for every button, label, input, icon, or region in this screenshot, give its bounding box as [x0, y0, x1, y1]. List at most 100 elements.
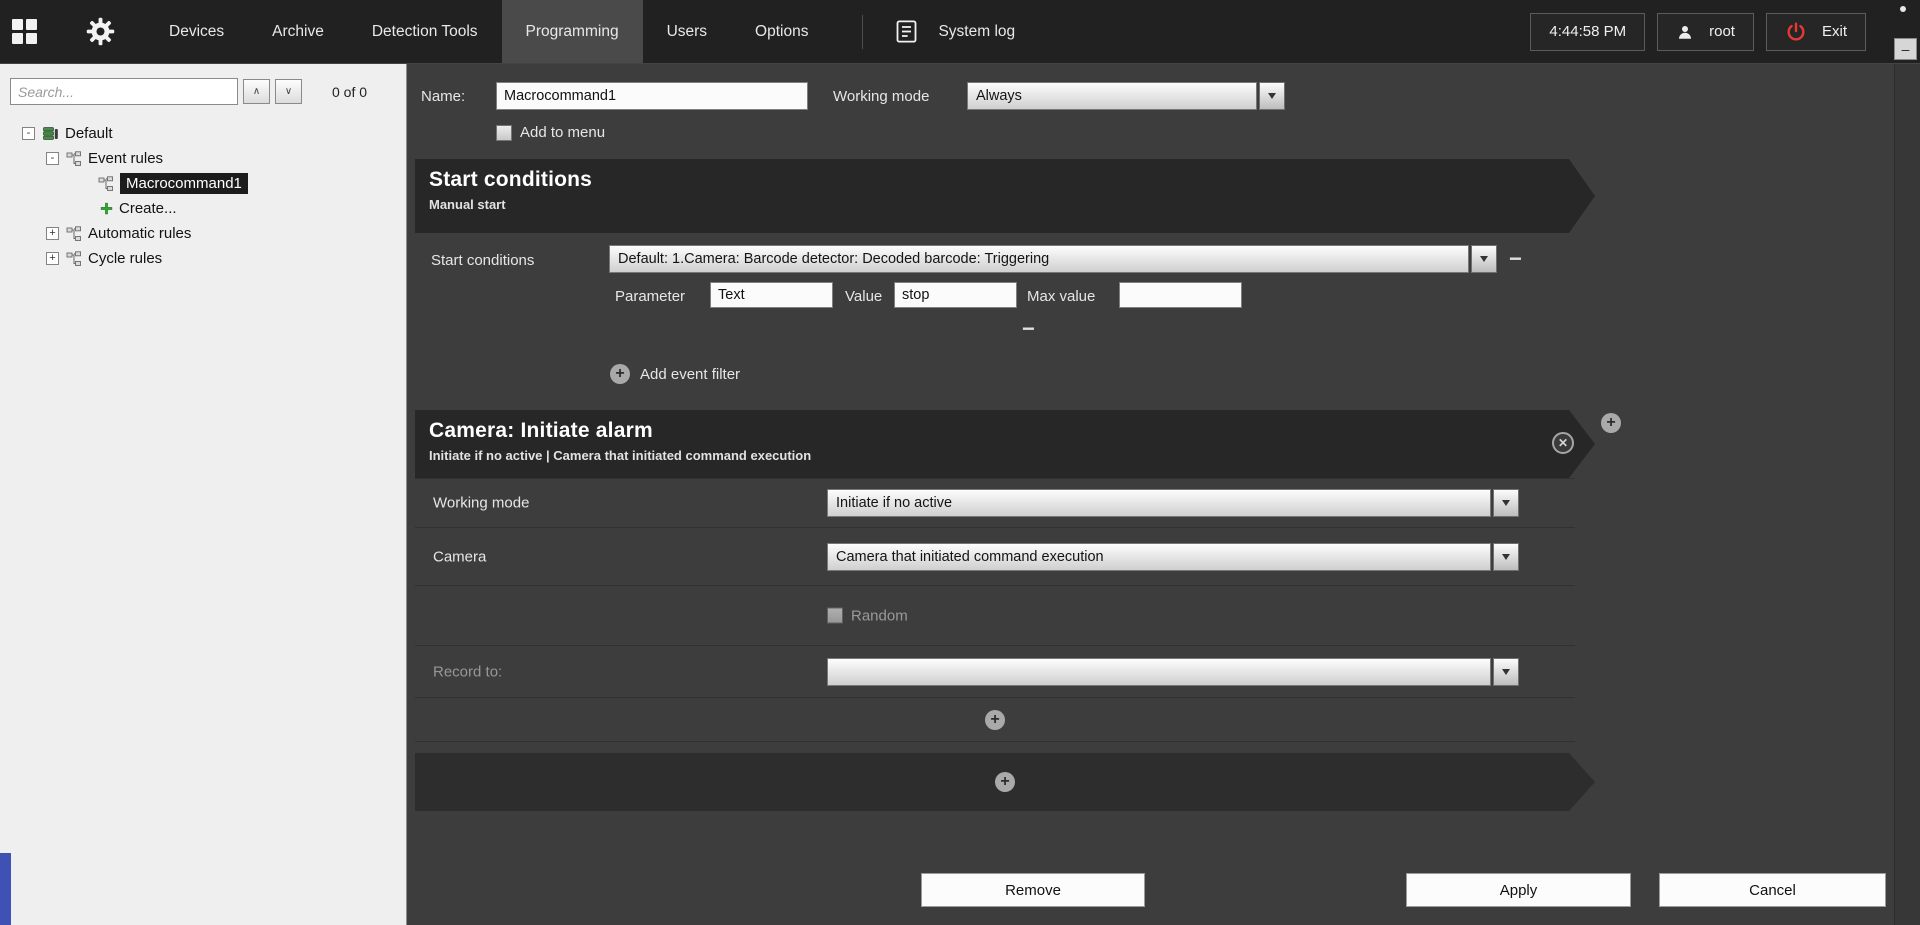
camera-dropdown[interactable]: Camera that initiated command execution [827, 543, 1519, 571]
add-action-band [415, 753, 1595, 811]
tree-item-automatic-rules[interactable]: + Automatic rules [0, 221, 406, 246]
settings-gear-icon[interactable] [84, 15, 117, 48]
macro-editor: Name: Working mode Always Add to menu St… [407, 64, 1920, 925]
app-window: Devices Archive Detection Tools Programm… [0, 0, 1920, 925]
action-title: Camera: Initiate alarm [429, 419, 1581, 443]
tree-item-cycle-rules[interactable]: + Cycle rules [0, 246, 406, 271]
action-working-mode-label: Working mode [433, 495, 529, 512]
camera-row: Camera Camera that initiated command exe… [415, 528, 1575, 586]
layout-grid-icon[interactable] [12, 19, 38, 45]
action-subtitle: Initiate if no active | Camera that init… [429, 448, 1581, 463]
tree-item-macrocommand1[interactable]: Macrocommand1 [0, 171, 406, 196]
chevron-down-icon[interactable] [1259, 82, 1285, 110]
start-conditions-row-label: Start conditions [431, 252, 534, 269]
tree-label: Event rules [88, 150, 163, 167]
remove-condition-icon[interactable] [1509, 248, 1522, 270]
tab-programming[interactable]: Programming [502, 0, 643, 63]
system-log-label: System log [938, 23, 1015, 41]
right-scrollbar-track[interactable] [1894, 64, 1920, 925]
rule-icon [66, 151, 82, 167]
exit-button[interactable]: Exit [1766, 13, 1866, 51]
working-mode-value: Always [967, 82, 1257, 110]
random-checkbox[interactable] [827, 608, 843, 624]
max-value-label: Max value [1027, 288, 1095, 305]
expander-icon[interactable]: + [46, 252, 59, 265]
sidebar-scrollbar-thumb[interactable] [0, 853, 11, 925]
chevron-down-icon[interactable] [1493, 543, 1519, 571]
value-label: Value [845, 288, 882, 305]
random-row: Random [415, 586, 1575, 646]
tree-item-event-rules[interactable]: - Event rules [0, 146, 406, 171]
collapse-filter-icon[interactable] [1022, 318, 1035, 340]
action-settings: Working mode Initiate if no active Camer… [415, 478, 1575, 742]
value-input[interactable] [894, 282, 1017, 308]
system-log-button[interactable]: System log [877, 0, 1031, 63]
expander-icon[interactable]: - [46, 152, 59, 165]
plus-circle-icon[interactable] [610, 364, 630, 384]
search-row: ∧ ∨ 0 of 0 [0, 64, 406, 111]
tab-users[interactable]: Users [643, 0, 731, 63]
random-option: Random [827, 607, 908, 624]
tab-options[interactable]: Options [731, 0, 832, 63]
tree-item-create[interactable]: Create... [0, 196, 406, 221]
user-icon [1676, 23, 1694, 41]
parameter-input[interactable] [710, 282, 833, 308]
remove-action-icon[interactable] [1552, 432, 1574, 454]
add-setting-icon[interactable] [985, 710, 1005, 730]
condition-value: Default: 1.Camera: Barcode detector: Dec… [609, 245, 1469, 273]
name-input[interactable] [496, 82, 808, 110]
add-setting-row [415, 698, 1575, 742]
power-icon [1785, 21, 1807, 43]
action-band: Camera: Initiate alarm Initiate if no ac… [415, 410, 1595, 478]
max-value-input[interactable] [1119, 282, 1242, 308]
add-to-menu-checkbox[interactable] [496, 125, 512, 141]
chevron-down-icon[interactable] [1493, 489, 1519, 517]
tree-label: Cycle rules [88, 250, 162, 267]
chevron-down-icon[interactable] [1493, 658, 1519, 686]
add-to-menu-label: Add to menu [520, 124, 605, 141]
remove-button[interactable]: Remove [921, 873, 1145, 907]
record-to-dropdown[interactable] [827, 658, 1519, 686]
add-to-menu-row: Add to menu [496, 124, 605, 141]
add-event-filter-label: Add event filter [640, 366, 740, 383]
tree-label: Automatic rules [88, 225, 191, 242]
search-input[interactable] [10, 78, 238, 105]
name-label: Name: [421, 88, 465, 105]
add-action-after-icon[interactable] [1601, 413, 1621, 433]
random-label: Random [851, 607, 908, 624]
working-mode-label: Working mode [833, 88, 929, 105]
apply-button[interactable]: Apply [1406, 873, 1631, 907]
working-mode-row: Working mode Initiate if no active [415, 478, 1575, 528]
topbar-right: 4:44:58 PM root Exit [1530, 13, 1866, 51]
minimize-button[interactable]: – [1894, 38, 1917, 60]
database-icon [42, 126, 59, 142]
search-prev-button[interactable]: ∧ [243, 79, 270, 104]
rule-icon [98, 176, 114, 192]
rule-icon [66, 251, 82, 267]
user-button[interactable]: root [1657, 13, 1754, 51]
action-working-mode-dropdown[interactable]: Initiate if no active [827, 489, 1519, 517]
expander-icon[interactable]: + [46, 227, 59, 240]
search-counter: 0 of 0 [332, 84, 367, 100]
tree-item-default[interactable]: - Default [0, 121, 406, 146]
working-mode-dropdown[interactable]: Always [967, 82, 1285, 110]
add-event-filter-button[interactable]: Add event filter [610, 364, 740, 384]
tree-label: Default [65, 125, 113, 142]
tab-devices[interactable]: Devices [145, 0, 248, 63]
cancel-button[interactable]: Cancel [1659, 873, 1886, 907]
add-action-icon[interactable] [995, 772, 1015, 792]
camera-value: Camera that initiated command execution [827, 543, 1491, 571]
chevron-down-icon[interactable] [1471, 245, 1497, 273]
rules-tree: - Default - [0, 121, 406, 271]
tree-label: Create... [119, 200, 177, 217]
system-log-icon [893, 18, 920, 45]
search-next-button[interactable]: ∨ [275, 79, 302, 104]
tab-detection-tools[interactable]: Detection Tools [348, 0, 502, 63]
rule-icon [66, 226, 82, 242]
record-to-value [827, 658, 1491, 686]
condition-dropdown[interactable]: Default: 1.Camera: Barcode detector: Dec… [609, 245, 1497, 273]
expander-icon[interactable]: - [22, 127, 35, 140]
tab-archive[interactable]: Archive [248, 0, 348, 63]
record-to-row: Record to: [415, 646, 1575, 698]
topbar-divider [862, 15, 863, 49]
